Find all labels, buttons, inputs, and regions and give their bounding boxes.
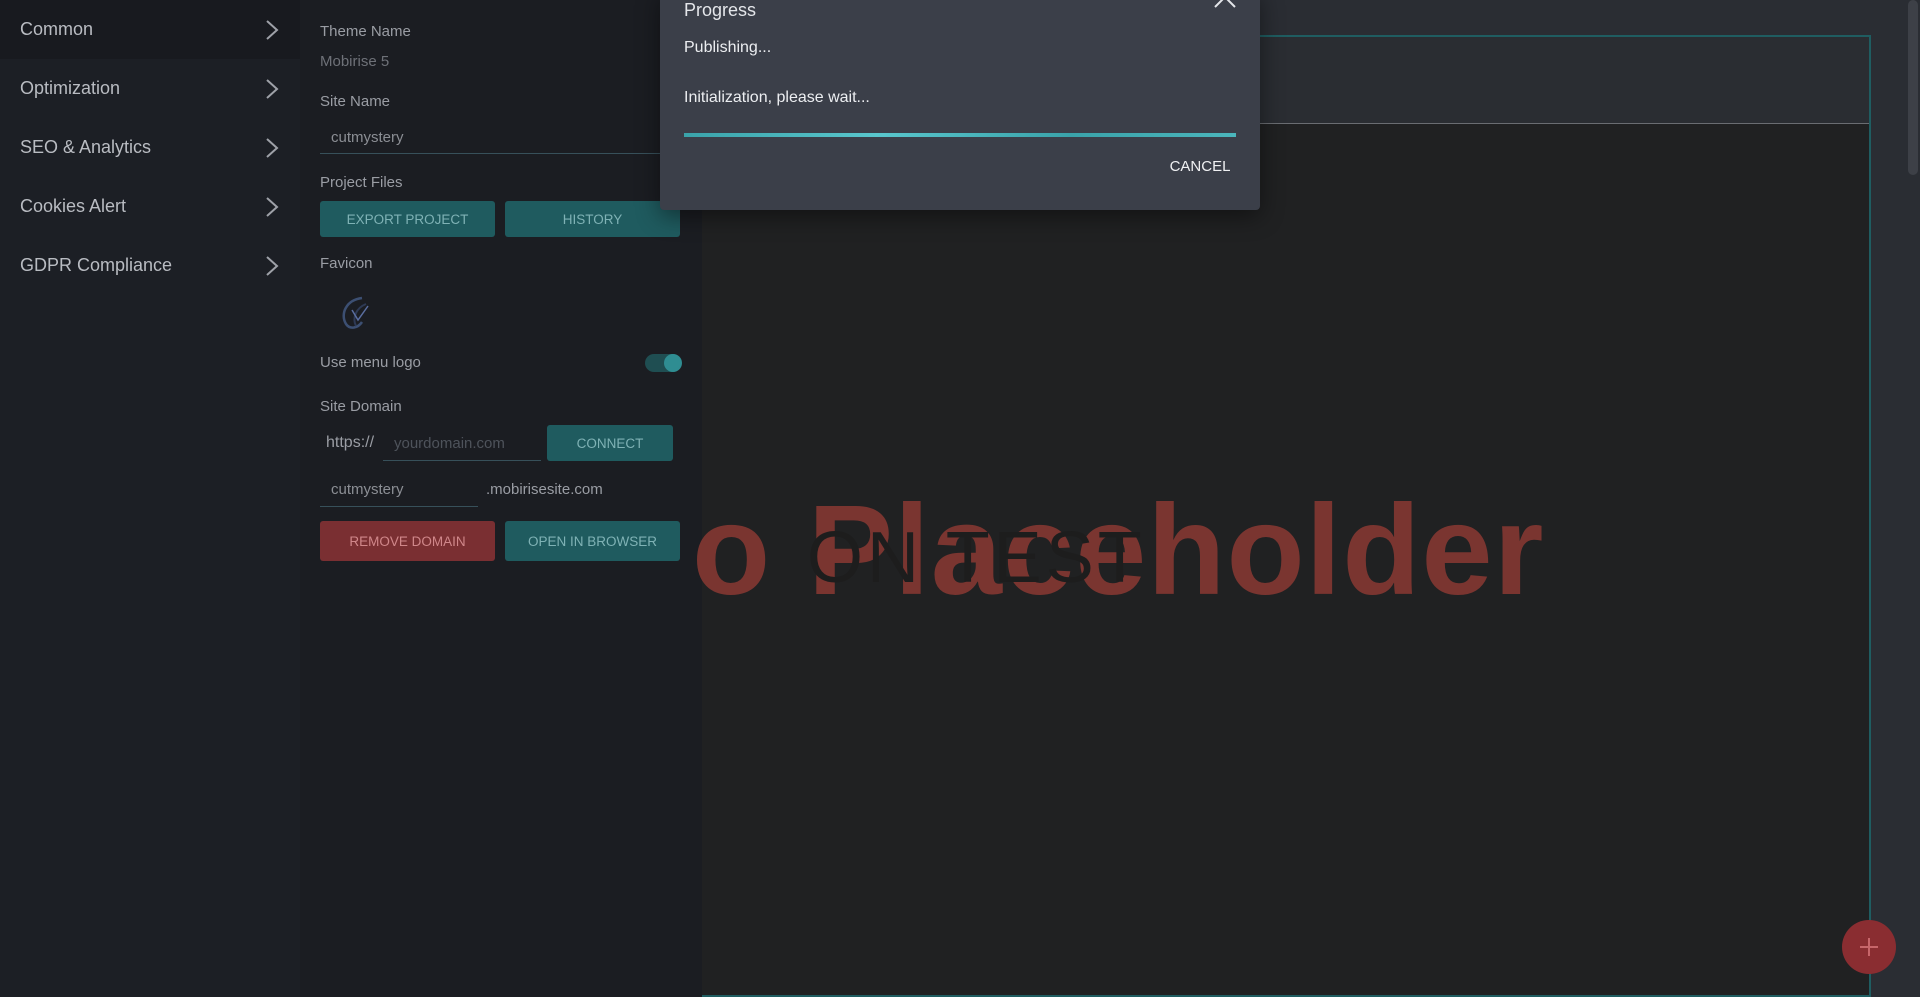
preview-scrollbar[interactable] [1906, 0, 1920, 997]
site-name-label: Site Name [320, 93, 391, 110]
scrollbar-thumb[interactable] [1908, 0, 1918, 175]
chevron-right-icon [266, 19, 279, 40]
chevron-right-icon [266, 196, 279, 217]
connect-domain-button[interactable]: CONNECT [547, 425, 673, 461]
settings-category-sidebar: Common Optimization SEO & Analytics Cook… [0, 0, 300, 997]
overlay-heading: ON TEST [807, 518, 1146, 598]
chevron-right-icon [266, 137, 279, 158]
use-menu-logo-label: Use menu logo [320, 354, 421, 371]
progress-dialog: Progress Publishing... Initialization, p… [660, 0, 1260, 210]
theme-name-label: Theme Name [320, 23, 411, 40]
toggle-knob [664, 354, 682, 372]
chevron-right-icon [266, 255, 279, 276]
chevron-up-icon [1214, 0, 1236, 8]
favicon-logo-icon [342, 296, 369, 329]
project-files-label: Project Files [320, 174, 403, 191]
add-block-button[interactable] [1842, 920, 1896, 974]
dialog-close-button[interactable] [1212, 0, 1238, 10]
history-button[interactable]: HISTORY [505, 201, 680, 237]
open-in-browser-button[interactable]: OPEN IN BROWSER [505, 521, 680, 561]
sidebar-item-label: Optimization [20, 78, 121, 98]
plus-icon [1860, 938, 1878, 956]
theme-name-value: Mobirise 5 [320, 53, 390, 70]
cancel-button[interactable]: CANCEL [1160, 150, 1240, 182]
sidebar-item-label: SEO & Analytics [20, 137, 152, 157]
site-name-input[interactable] [320, 122, 702, 154]
subdomain-input[interactable] [320, 473, 478, 507]
chevron-right-icon [266, 78, 279, 99]
dialog-message-text: Initialization, please wait... [684, 89, 870, 106]
protocol-prefix: https:// [326, 434, 375, 451]
progress-bar [684, 133, 1236, 137]
use-menu-logo-toggle[interactable] [645, 354, 682, 372]
custom-domain-input[interactable] [383, 427, 541, 461]
site-domain-label: Site Domain [320, 398, 402, 415]
favicon-image[interactable] [332, 290, 378, 336]
subdomain-suffix: .mobirisesite.com [486, 481, 603, 498]
progress-bar-fill [684, 133, 1236, 137]
sidebar-item-label: GDPR Compliance [20, 255, 173, 275]
sidebar-item-optimization[interactable]: Optimization [0, 59, 300, 118]
dialog-title: Progress [684, 0, 757, 20]
sidebar-item-label: Cookies Alert [20, 196, 127, 216]
sidebar-item-label: Common [20, 19, 94, 39]
sidebar-item-cookies-alert[interactable]: Cookies Alert [0, 177, 300, 236]
sidebar-item-common[interactable]: Common [0, 0, 300, 59]
sidebar-item-seo-analytics[interactable]: SEO & Analytics [0, 118, 300, 177]
dialog-status-text: Publishing... [684, 39, 772, 56]
favicon-label: Favicon [320, 255, 373, 272]
sidebar-item-gdpr-compliance[interactable]: GDPR Compliance [0, 236, 300, 295]
common-settings-panel: Theme Name Mobirise 5 Site Name Project … [300, 0, 702, 997]
remove-domain-button[interactable]: REMOVE DOMAIN [320, 521, 495, 561]
export-project-button[interactable]: EXPORT PROJECT [320, 201, 495, 237]
